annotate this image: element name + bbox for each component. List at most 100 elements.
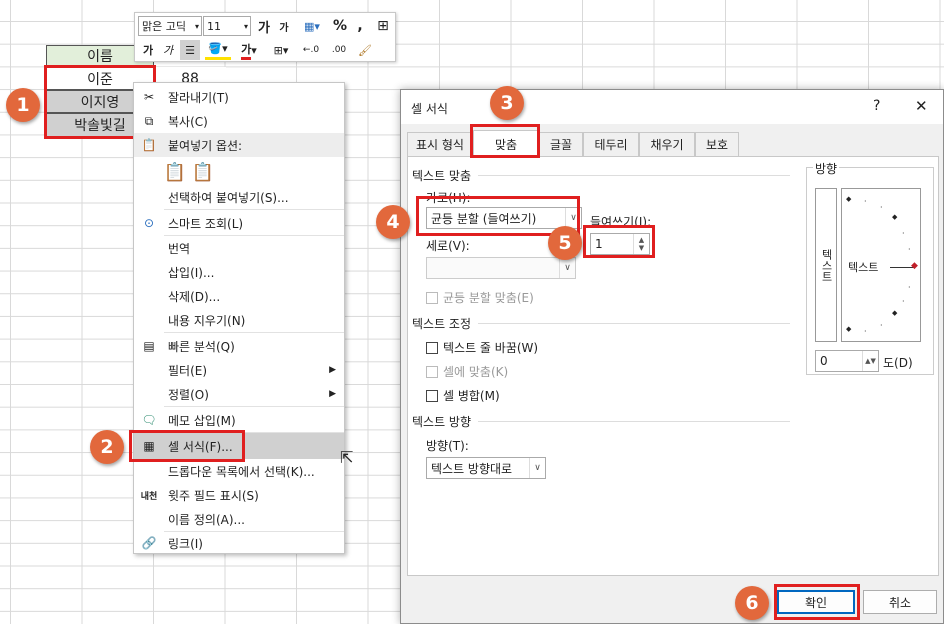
vertical-select[interactable]: ∨	[426, 257, 576, 279]
paste-options-header: 📋 붙여넣기 옵션:	[134, 133, 344, 157]
quick-analysis-icon: ▤	[143, 339, 155, 353]
orientation-text-sample: 텍스트	[848, 261, 879, 274]
tab-border[interactable]: 테두리	[583, 132, 639, 156]
orientation-dial[interactable]: 텍스트 ◆ ◆ ◆ ◆ ◆ · · · · · · · ·	[841, 188, 921, 342]
menu-copy[interactable]: ⧉ 복사(C)	[134, 109, 344, 133]
align-center-icon[interactable]: ☰	[180, 40, 200, 60]
step-badge-6: 6	[735, 586, 769, 620]
indent-label: 들여쓰기(I):	[590, 215, 652, 229]
dial-dot-icon: ·	[908, 283, 911, 292]
menu-show-phonetic[interactable]: 내천 윗주 필드 표시(S)	[134, 483, 344, 507]
paste-icon: 📋	[141, 138, 157, 152]
menu-clear[interactable]: 내용 지우기(N)	[134, 308, 344, 332]
dial-dot-icon: ◆	[892, 213, 898, 221]
paste-all-icon[interactable]: 📋	[164, 162, 186, 183]
vertical-text-box[interactable]: 텍스트	[815, 188, 837, 342]
orientation-group: 방향 텍스트 텍스트 ◆ ◆ ◆ ◆ ◆ · · · · · · · · 0 ▲▼…	[806, 160, 934, 375]
format-table-icon[interactable]: ⊞	[373, 16, 393, 36]
shrink-font-button[interactable]: 가	[275, 16, 293, 36]
submenu-arrow-icon: ▶	[329, 389, 336, 399]
wrap-text-checkbox[interactable]: 텍스트 줄 바꿈(W)	[426, 339, 538, 356]
format-cells-icon: ▦	[143, 439, 155, 453]
justify-distributed-checkbox[interactable]: 균등 분할 맞춤(E)	[426, 289, 534, 306]
comma-button[interactable]: ,	[351, 16, 369, 36]
degrees-stepper[interactable]: 0 ▲▼	[815, 350, 879, 372]
menu-pick-from-list[interactable]: 드롭다운 목록에서 선택(K)...	[134, 459, 344, 483]
menu-define-name[interactable]: 이름 정의(A)...	[134, 507, 344, 531]
spinner-arrows-icon[interactable]: ▲▼	[862, 351, 878, 371]
menu-insert-memo[interactable]: 🗨 메모 삽입(M)	[134, 408, 344, 432]
tab-font[interactable]: 글꼴	[539, 132, 583, 156]
smart-lookup-icon: ⊙	[143, 216, 155, 230]
bold-icon[interactable]: 가	[140, 40, 156, 60]
copy-icon: ⧉	[144, 113, 154, 128]
menu-insert[interactable]: 삽입(I)...	[134, 260, 344, 284]
menu-smart-lookup[interactable]: ⊙ 스마트 조회(L)	[134, 211, 344, 235]
paste-option-buttons: 📋 📋	[134, 159, 344, 185]
submenu-arrow-icon: ▶	[329, 365, 336, 375]
dial-dot-icon: ·	[880, 321, 883, 330]
italic-icon[interactable]: 가	[160, 40, 176, 60]
tab-protection[interactable]: 보호	[695, 132, 739, 156]
shrink-to-fit-checkbox[interactable]: 셀에 맞춤(K)	[426, 363, 508, 380]
step-badge-5: 5	[548, 226, 582, 260]
horizontal-select[interactable]: 균등 분할 (들여쓰기) ∨	[426, 207, 582, 229]
chevron-down-icon: ∨	[565, 208, 581, 228]
help-button[interactable]: ?	[873, 98, 880, 114]
increase-decimal-button[interactable]: ←.0	[299, 40, 323, 60]
tab-number[interactable]: 표시 형식	[407, 132, 473, 156]
paste-values-icon[interactable]: 📋	[192, 162, 214, 183]
dial-dot-icon: ◆	[846, 325, 852, 333]
format-painter-icon[interactable]: 🖌	[355, 40, 375, 60]
mini-toolbar: 맑은 고딕 ▾ 11 ▾ 가 가 ▦▾ % , ⊞ 가 가 ☰ 🪣▾ 가 ▾ ⊞▾ ←…	[134, 12, 396, 62]
direction-select[interactable]: 텍스트 방향대로 ∨	[426, 457, 546, 479]
dial-dot-icon: ◆	[892, 309, 898, 317]
dialog-titlebar: 셀 서식 ? ✕	[401, 90, 943, 124]
border-icon[interactable]: ⊞▾	[269, 40, 293, 60]
separator	[164, 406, 344, 407]
memo-icon: 🗨	[141, 413, 157, 427]
menu-sort[interactable]: 정렬(O) ▶	[134, 382, 344, 406]
percent-button[interactable]: %	[331, 16, 349, 36]
spinner-arrows-icon[interactable]: ▲▼	[633, 234, 649, 254]
menu-paste-special[interactable]: 선택하여 붙여넣기(S)...	[134, 185, 344, 209]
tab-fill[interactable]: 채우기	[639, 132, 695, 156]
dial-dot-icon: ·	[864, 327, 867, 336]
phonetic-icon: 내천	[140, 491, 158, 502]
text-alignment-group-label: 텍스트 맞춤	[412, 169, 472, 183]
tab-alignment[interactable]: 맞춤	[473, 130, 539, 157]
menu-cut[interactable]: ✂ 잘라내기(T)	[134, 85, 344, 109]
alignment-panel: 텍스트 맞춤 가로(H): 균등 분할 (들여쓰기) ∨ 들여쓰기(I): 1 ▲ ▼…	[407, 156, 939, 576]
grow-font-button[interactable]: 가	[255, 16, 273, 36]
menu-filter[interactable]: 필터(E) ▶	[134, 358, 344, 382]
font-color-icon[interactable]: 가 ▾	[235, 40, 263, 60]
merge-cells-checkbox[interactable]: 셀 병합(M)	[426, 387, 500, 404]
step-badge-1: 1	[6, 88, 40, 122]
link-icon: 🔗	[141, 536, 157, 550]
horizontal-label: 가로(H):	[426, 191, 471, 205]
dial-dot-icon: ·	[902, 297, 905, 306]
menu-delete[interactable]: 삭제(D)...	[134, 284, 344, 308]
menu-format-cells[interactable]: ▦ 셀 서식(F)...	[134, 433, 344, 459]
group-divider	[478, 323, 790, 324]
menu-quick-analysis[interactable]: ▤ 빠른 분석(Q)	[134, 334, 344, 358]
separator	[164, 209, 344, 210]
font-name-box[interactable]: 맑은 고딕 ▾	[138, 16, 202, 36]
accounting-format-icon[interactable]: ▦▾	[297, 16, 327, 36]
dial-dot-icon: ·	[880, 203, 883, 212]
font-size-box[interactable]: 11 ▾	[203, 16, 251, 36]
separator	[164, 332, 344, 333]
step-badge-2: 2	[90, 430, 124, 464]
menu-translate[interactable]: 번역	[134, 236, 344, 260]
scissors-icon: ✂	[143, 90, 155, 104]
fill-color-icon[interactable]: 🪣▾	[205, 40, 231, 60]
step-badge-3: 3	[490, 86, 524, 120]
indent-stepper[interactable]: 1 ▲ ▼	[590, 233, 650, 255]
dial-dot-icon: ·	[864, 197, 867, 206]
close-icon[interactable]: ✕	[915, 97, 928, 115]
menu-link[interactable]: 🔗 링크(I)	[134, 531, 344, 555]
dial-dot-icon: ·	[908, 245, 911, 254]
decrease-decimal-button[interactable]: .00	[327, 40, 351, 60]
ok-button[interactable]: 확인	[777, 590, 855, 614]
cancel-button[interactable]: 취소	[863, 590, 937, 614]
